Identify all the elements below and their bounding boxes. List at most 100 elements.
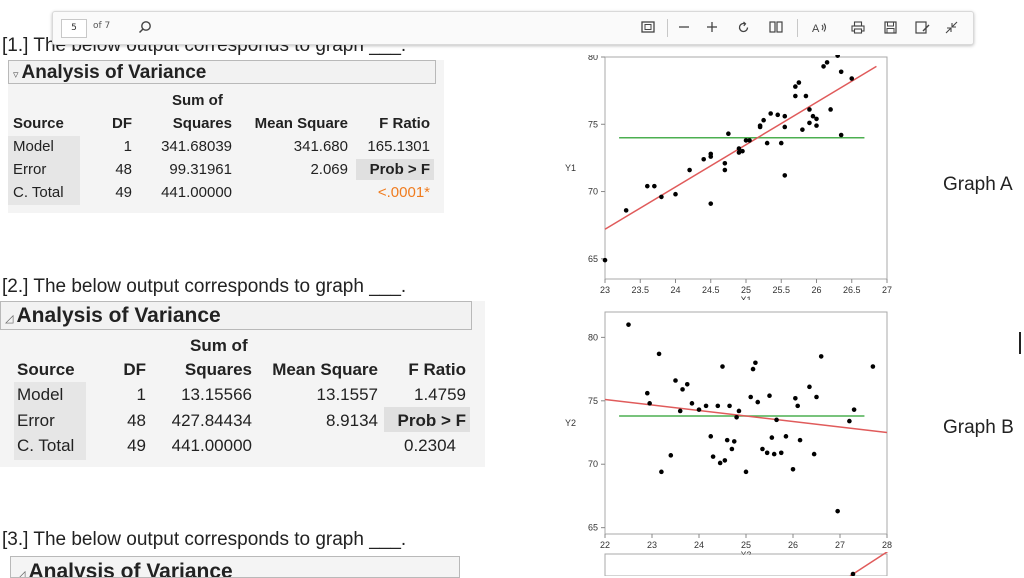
save-icon[interactable] (880, 17, 900, 37)
zoom-out-icon[interactable] (674, 17, 694, 37)
data-point (771, 451, 777, 457)
x-tick-label: 23.5 (631, 285, 649, 295)
data-point (835, 508, 840, 514)
data-point (814, 123, 819, 128)
y-axis-label: Y2 (565, 418, 576, 428)
data-point (724, 437, 730, 443)
row-df: 48 (127, 411, 146, 430)
disclosure-triangle-icon[interactable]: ▿ (13, 69, 19, 81)
data-point (782, 124, 788, 130)
page-number-input[interactable]: 5 (61, 19, 87, 38)
page-total: of 7 (93, 21, 111, 31)
data-point (807, 120, 812, 126)
read-aloud-icon[interactable]: A (810, 17, 830, 37)
x-axis-label: X1 (740, 295, 751, 300)
data-point (668, 453, 674, 458)
print-icon[interactable] (848, 17, 868, 37)
y-axis-label: Y1 (565, 163, 576, 173)
data-point (849, 76, 855, 81)
data-point (774, 417, 779, 423)
row-ss: 441.00000 (171, 436, 252, 455)
data-point (680, 387, 685, 392)
row-source: Model (13, 138, 54, 155)
data-point (740, 148, 745, 154)
data-point (800, 127, 805, 132)
text-cursor (1019, 332, 1021, 354)
row-ms: 13.1557 (316, 385, 378, 404)
search-icon[interactable] (135, 17, 155, 37)
row-source: C. Total (17, 436, 75, 455)
data-point (722, 167, 728, 173)
save-as-icon[interactable] (912, 17, 932, 37)
row-source: Model (17, 385, 64, 404)
data-point (847, 418, 852, 424)
data-point (747, 138, 752, 143)
x-tick-label: 24.5 (702, 285, 720, 295)
data-point (722, 458, 728, 463)
data-point (793, 84, 798, 89)
col-header-ss-top: Sum of (172, 92, 223, 109)
data-point (703, 403, 709, 409)
data-point (656, 351, 662, 357)
row-ss: 99.31961 (169, 161, 232, 178)
anova-title: ▿ Analysis of Variance (8, 60, 436, 84)
y-tick-label: 75 (588, 396, 598, 406)
question-3-text: [3.] The below output corresponds to gra… (2, 529, 407, 550)
disclosure-triangle-icon[interactable]: ◿ (17, 569, 25, 577)
col-header-ss: Squares (172, 115, 232, 132)
x-tick-label: 25.5 (772, 285, 790, 295)
row-df: 1 (123, 138, 132, 155)
anova-table-1: ▿ Analysis of Variance Sum of Source DF S… (8, 60, 444, 213)
data-point (677, 408, 683, 414)
data-point (689, 401, 695, 406)
data-point (757, 124, 763, 130)
prob-f-header: Prob > F (369, 161, 430, 178)
data-point (720, 364, 725, 369)
data-point (715, 403, 721, 409)
data-point (807, 384, 812, 390)
page-view-icon[interactable] (766, 17, 786, 37)
data-point (673, 191, 678, 197)
data-point (623, 208, 629, 213)
row-source: Error (17, 411, 55, 430)
data-point (838, 132, 844, 138)
row-source: C. Total (13, 184, 64, 201)
data-point (755, 399, 761, 405)
data-point (673, 378, 678, 383)
data-point (727, 403, 732, 409)
fit-line (849, 552, 889, 576)
data-point (782, 173, 788, 178)
x-tick-label: 27 (882, 285, 892, 295)
row-ms: 341.680 (293, 138, 348, 155)
data-point (764, 140, 770, 146)
data-point (708, 201, 714, 206)
data-point (796, 80, 802, 85)
data-point (645, 183, 650, 189)
collapse-icon[interactable] (941, 17, 961, 37)
data-point (790, 467, 796, 472)
col-header-source: Source (17, 360, 75, 379)
col-header-ss-top: Sum of (190, 336, 248, 355)
rotate-icon[interactable] (733, 17, 753, 37)
data-point (775, 112, 781, 118)
graph-b-label: Graph B (943, 417, 1014, 438)
disclosure-triangle-icon[interactable]: ◿ (5, 313, 13, 325)
row-ms: 8.9134 (326, 411, 378, 430)
row-ss: 441.00000 (161, 184, 232, 201)
fit-page-icon[interactable] (638, 17, 658, 37)
y-tick-label: 65 (588, 254, 598, 264)
row-ss: 13.15566 (181, 385, 252, 404)
data-point (645, 390, 650, 396)
scatter-chart-a: 23 23.5 24 24.5 25 25.5 26 26.5 27 65 70 75 80 X1 Y1 (565, 55, 892, 300)
zoom-in-icon[interactable] (702, 17, 722, 37)
x-tick-label: 23 (600, 285, 610, 295)
data-point (870, 364, 876, 369)
pdf-toolbar: 5 of 7 A (52, 11, 974, 45)
y-tick-label: 80 (588, 332, 598, 342)
y-tick-label: 80 (588, 55, 598, 62)
data-point (814, 394, 819, 400)
row-f: 165.1301 (367, 138, 430, 155)
anova-title: ◿ Analysis of Variance (0, 301, 472, 330)
col-header-ss: Squares (184, 360, 252, 379)
data-point (782, 113, 788, 119)
